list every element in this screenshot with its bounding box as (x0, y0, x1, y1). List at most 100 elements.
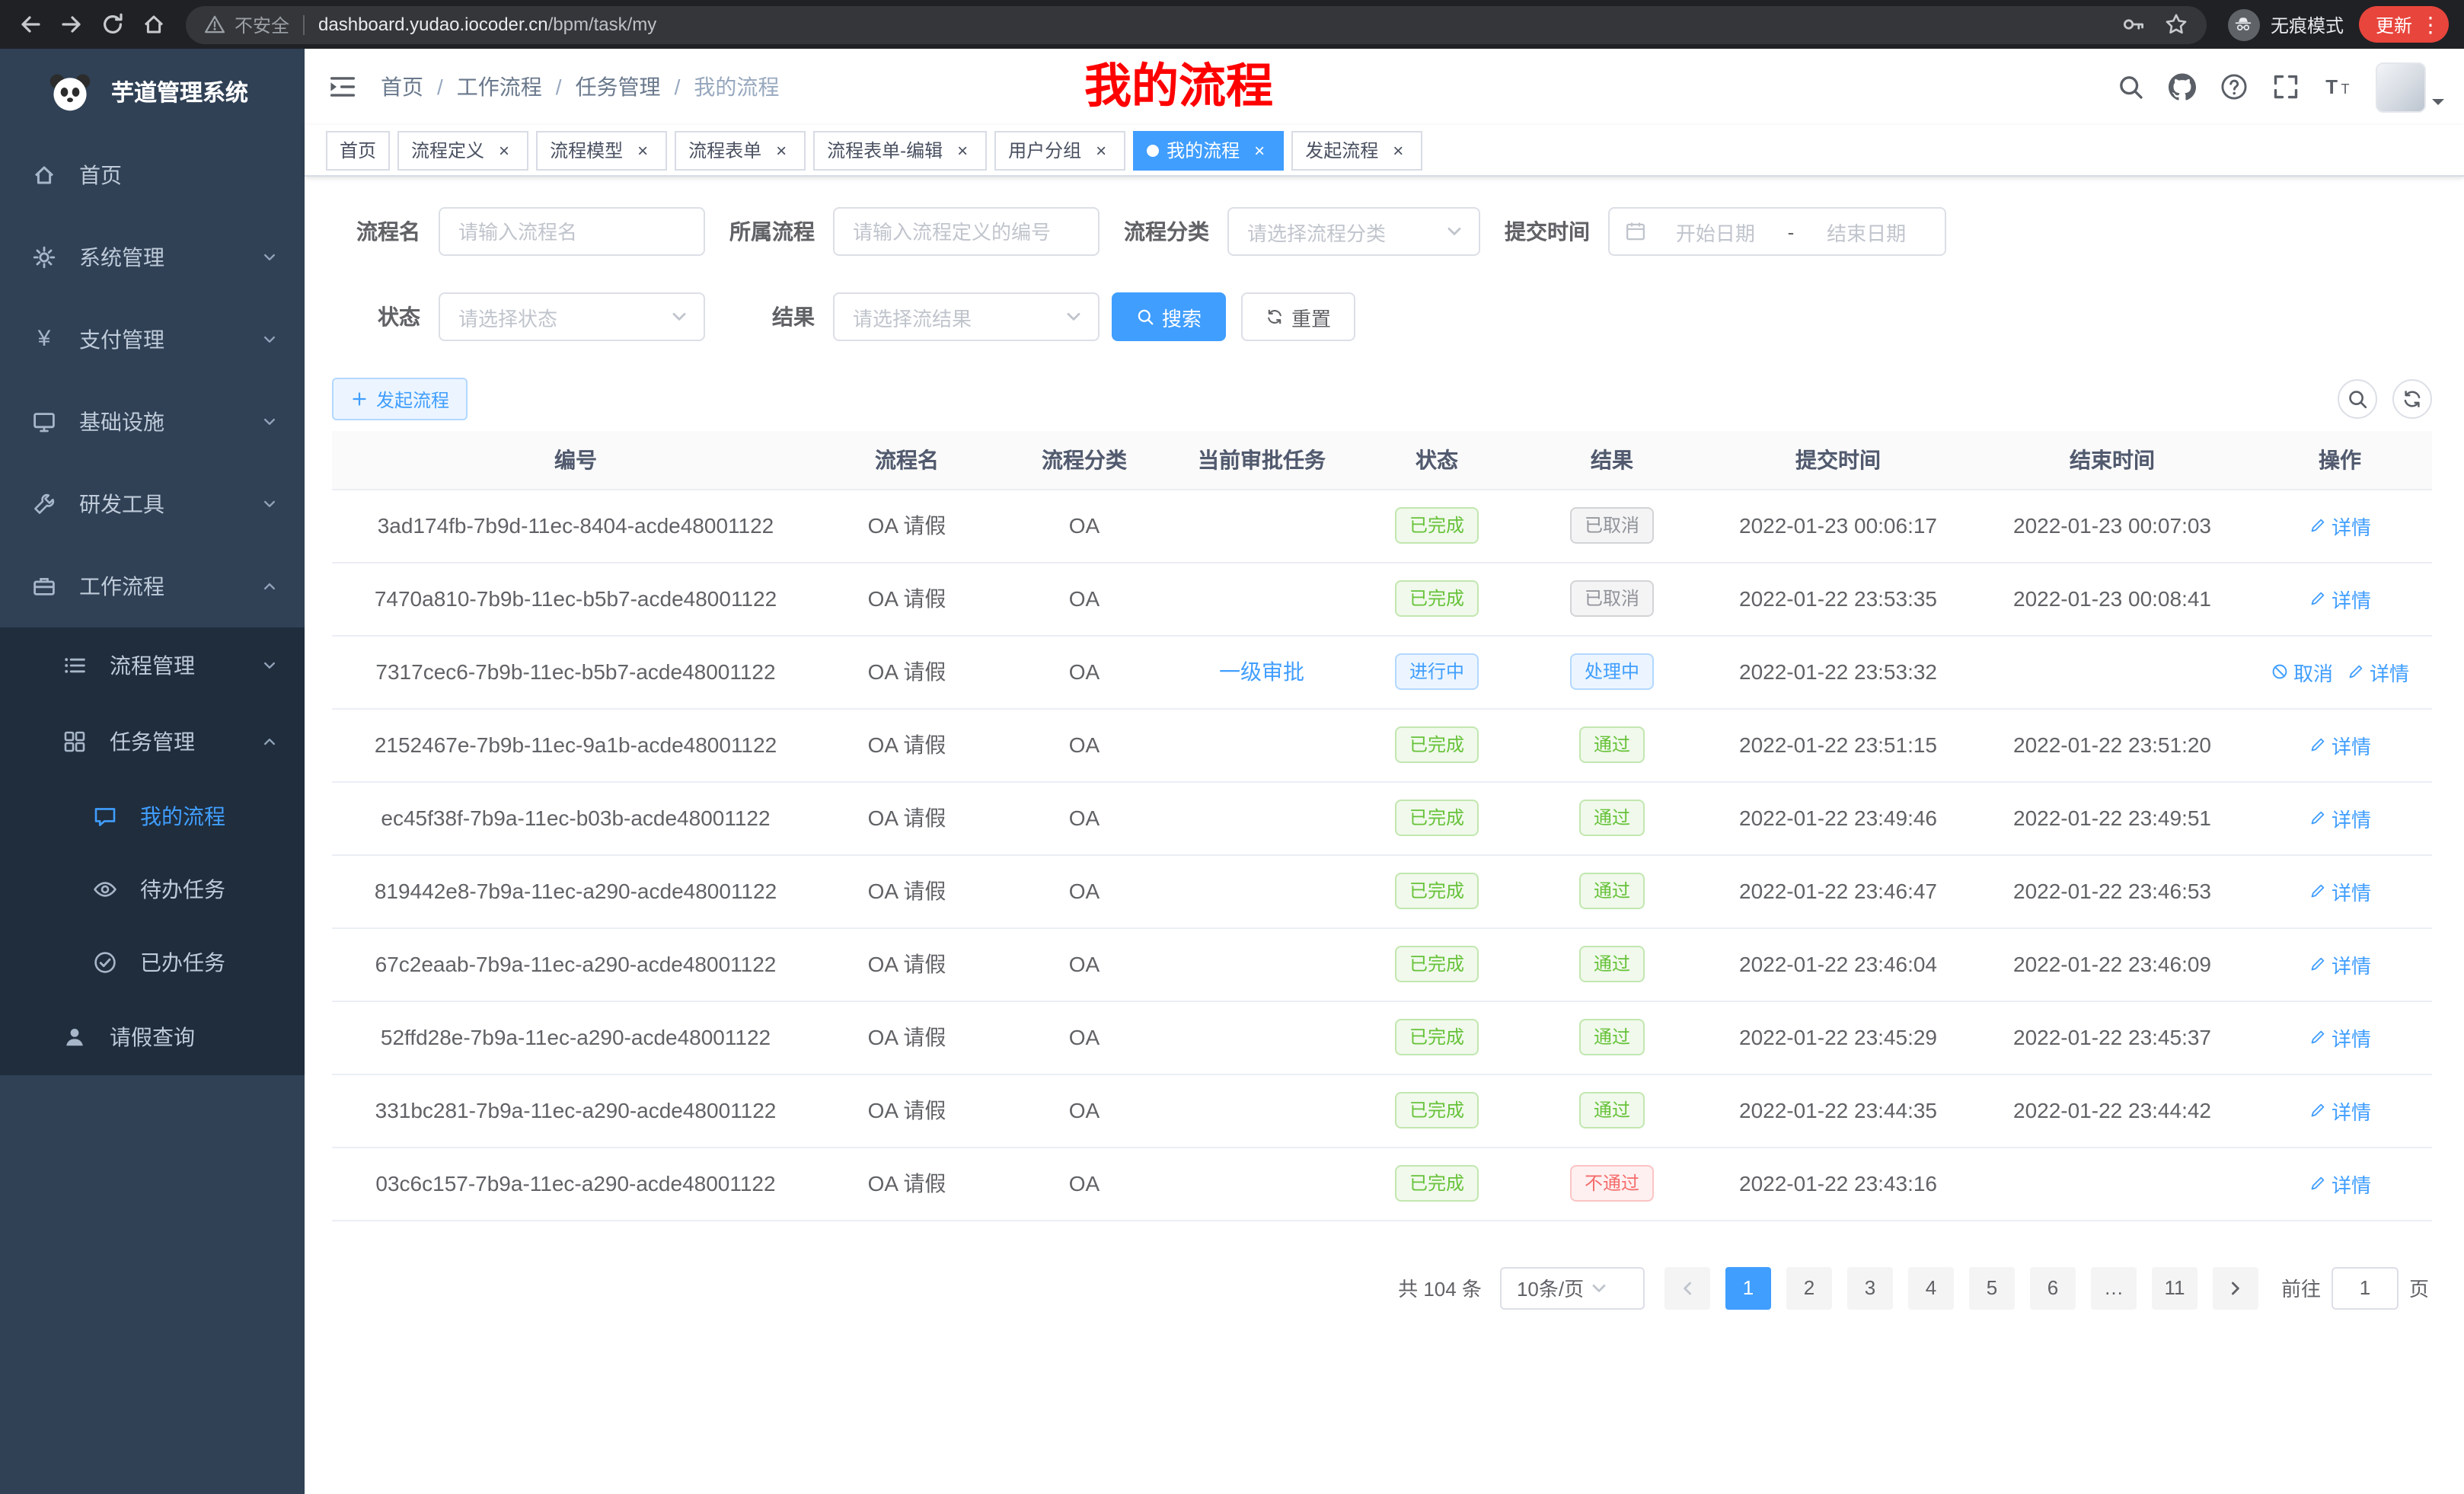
page-button-4[interactable]: 4 (1908, 1266, 1954, 1309)
result-select[interactable]: 请选择流结果 (833, 292, 1100, 341)
sidebar-item-task-management[interactable]: 任务管理 (0, 704, 305, 780)
search-icon[interactable] (2117, 73, 2144, 101)
sidebar-item-devtools[interactable]: 研发工具 (0, 463, 305, 545)
prev-page-button[interactable] (1664, 1266, 1710, 1309)
page-size-select[interactable]: 10条/页 (1500, 1266, 1645, 1309)
process-name-label: 流程名 (332, 216, 420, 247)
font-size-icon[interactable] (2324, 73, 2351, 101)
sidebar-item-workflow[interactable]: 工作流程 (0, 545, 305, 627)
cell-submit-time: 2022-01-22 23:53:32 (1700, 635, 1977, 708)
sidebar-item-process-management[interactable]: 流程管理 (0, 627, 305, 704)
tab-user-group[interactable]: 用户分组× (994, 130, 1125, 170)
page-button-1[interactable]: 1 (1725, 1266, 1771, 1309)
current-task-link[interactable]: 一级审批 (1219, 659, 1304, 684)
sidebar-toggle-button[interactable] (305, 49, 381, 125)
sidebar-item-done-tasks[interactable]: 已办任务 (0, 926, 305, 999)
sidebar-item-home[interactable]: 首页 (0, 134, 305, 216)
more-pages-button[interactable]: … (2091, 1266, 2137, 1309)
cell-actions: 详情 (2248, 1147, 2432, 1220)
tab-start-process[interactable]: 发起流程× (1291, 130, 1422, 170)
breadcrumb-workflow[interactable]: 工作流程 (457, 72, 542, 102)
cell-id: 03c6c157-7b9a-11ec-a290-acde48001122 (332, 1147, 819, 1220)
avatar[interactable] (2376, 62, 2426, 112)
sidebar-item-infrastructure[interactable]: 基础设施 (0, 381, 305, 463)
tab-home[interactable]: 首页 (326, 130, 390, 170)
detail-link[interactable]: 详情 (2309, 1023, 2371, 1052)
browser-forward-button[interactable] (50, 4, 91, 45)
search-button[interactable]: 搜索 (1112, 292, 1226, 341)
sidebar-item-my-process[interactable]: 我的流程 (0, 780, 305, 853)
tab-process-definition[interactable]: 流程定义× (397, 130, 528, 170)
search-icon (2347, 388, 2368, 410)
cell-actions: 详情 (2248, 562, 2432, 635)
detail-link[interactable]: 详情 (2347, 657, 2409, 686)
tab-process-form[interactable]: 流程表单× (675, 130, 806, 170)
cell-status: 进行中 (1349, 635, 1524, 708)
fullscreen-icon[interactable] (2272, 73, 2300, 101)
reset-button[interactable]: 重置 (1241, 292, 1355, 341)
close-icon[interactable]: × (632, 139, 653, 161)
browser-back-button[interactable] (9, 4, 50, 45)
toggle-search-button[interactable] (2338, 379, 2377, 419)
user-menu[interactable] (2376, 62, 2446, 112)
page-button-5[interactable]: 5 (1969, 1266, 2015, 1309)
detail-link[interactable]: 详情 (2309, 1096, 2371, 1125)
sidebar-item-todo-tasks[interactable]: 待办任务 (0, 853, 305, 926)
process-name-input[interactable] (439, 207, 705, 256)
process-id-input[interactable] (833, 207, 1100, 256)
app-title: 芋道管理系统 (111, 75, 248, 107)
detail-link[interactable]: 详情 (2309, 1169, 2371, 1198)
cell-end-time (1977, 635, 2248, 708)
detail-link[interactable]: 详情 (2309, 511, 2371, 540)
submit-time-range-picker[interactable]: 开始日期 - 结束日期 (1608, 207, 1946, 256)
close-icon[interactable]: × (1090, 139, 1112, 161)
detail-link[interactable]: 详情 (2309, 950, 2371, 978)
password-key-icon[interactable] (2121, 12, 2146, 37)
browser-update-button[interactable]: 更新 ⋮ (2359, 6, 2449, 43)
sidebar-item-payment[interactable]: ¥ 支付管理 (0, 298, 305, 381)
bookmark-star-icon[interactable] (2164, 12, 2188, 37)
detail-link[interactable]: 详情 (2309, 730, 2371, 759)
cell-task (1174, 708, 1349, 781)
close-icon[interactable]: × (1387, 139, 1409, 161)
sidebar-item-leave-query[interactable]: 请假查询 (0, 999, 305, 1075)
owner-process-label: 所属流程 (717, 216, 815, 247)
help-icon[interactable] (2220, 73, 2248, 101)
result-tag: 通过 (1580, 1092, 1644, 1128)
tab-process-form-edit[interactable]: 流程表单-编辑× (813, 130, 987, 170)
close-icon[interactable]: × (493, 139, 515, 161)
close-icon[interactable]: × (771, 139, 792, 161)
detail-link[interactable]: 详情 (2309, 803, 2371, 832)
github-icon[interactable] (2169, 73, 2196, 101)
browser-home-button[interactable] (132, 4, 174, 45)
cell-result: 已取消 (1524, 562, 1700, 635)
status-select[interactable]: 请选择状态 (439, 292, 705, 341)
browser-reload-button[interactable] (91, 4, 132, 45)
sidebar-item-system[interactable]: 系统管理 (0, 216, 305, 298)
close-icon[interactable]: × (952, 139, 973, 161)
detail-link[interactable]: 详情 (2309, 584, 2371, 613)
status-tag: 已完成 (1396, 580, 1478, 617)
category-select[interactable]: 请选择流程分类 (1227, 207, 1480, 256)
address-bar[interactable]: 不安全 dashboard.yudao.iocoder.cn/bpm/task/… (186, 5, 2207, 43)
detail-link[interactable]: 详情 (2309, 876, 2371, 905)
close-icon[interactable]: × (1249, 139, 1270, 161)
tab-process-model[interactable]: 流程模型× (536, 130, 667, 170)
browser-menu-icon[interactable]: ⋮ (2420, 11, 2441, 37)
breadcrumb-task-management[interactable]: 任务管理 (576, 72, 661, 102)
security-label[interactable]: 不安全 (235, 11, 289, 37)
goto-page-input[interactable] (2332, 1266, 2399, 1309)
page-button-3[interactable]: 3 (1847, 1266, 1893, 1309)
col-header-status: 状态 (1349, 431, 1524, 489)
chevron-down-icon (262, 250, 277, 265)
cancel-link[interactable]: 取消 (2271, 657, 2333, 686)
next-page-button[interactable] (2213, 1266, 2258, 1309)
app-logo[interactable]: 芋道管理系统 (0, 49, 305, 134)
page-button-11[interactable]: 11 (2152, 1266, 2197, 1309)
tab-my-process[interactable]: 我的流程× (1133, 130, 1284, 170)
breadcrumb-home[interactable]: 首页 (381, 72, 423, 102)
create-process-button[interactable]: 发起流程 (332, 378, 468, 420)
refresh-table-button[interactable] (2392, 379, 2432, 419)
page-button-6[interactable]: 6 (2030, 1266, 2076, 1309)
page-button-2[interactable]: 2 (1786, 1266, 1832, 1309)
